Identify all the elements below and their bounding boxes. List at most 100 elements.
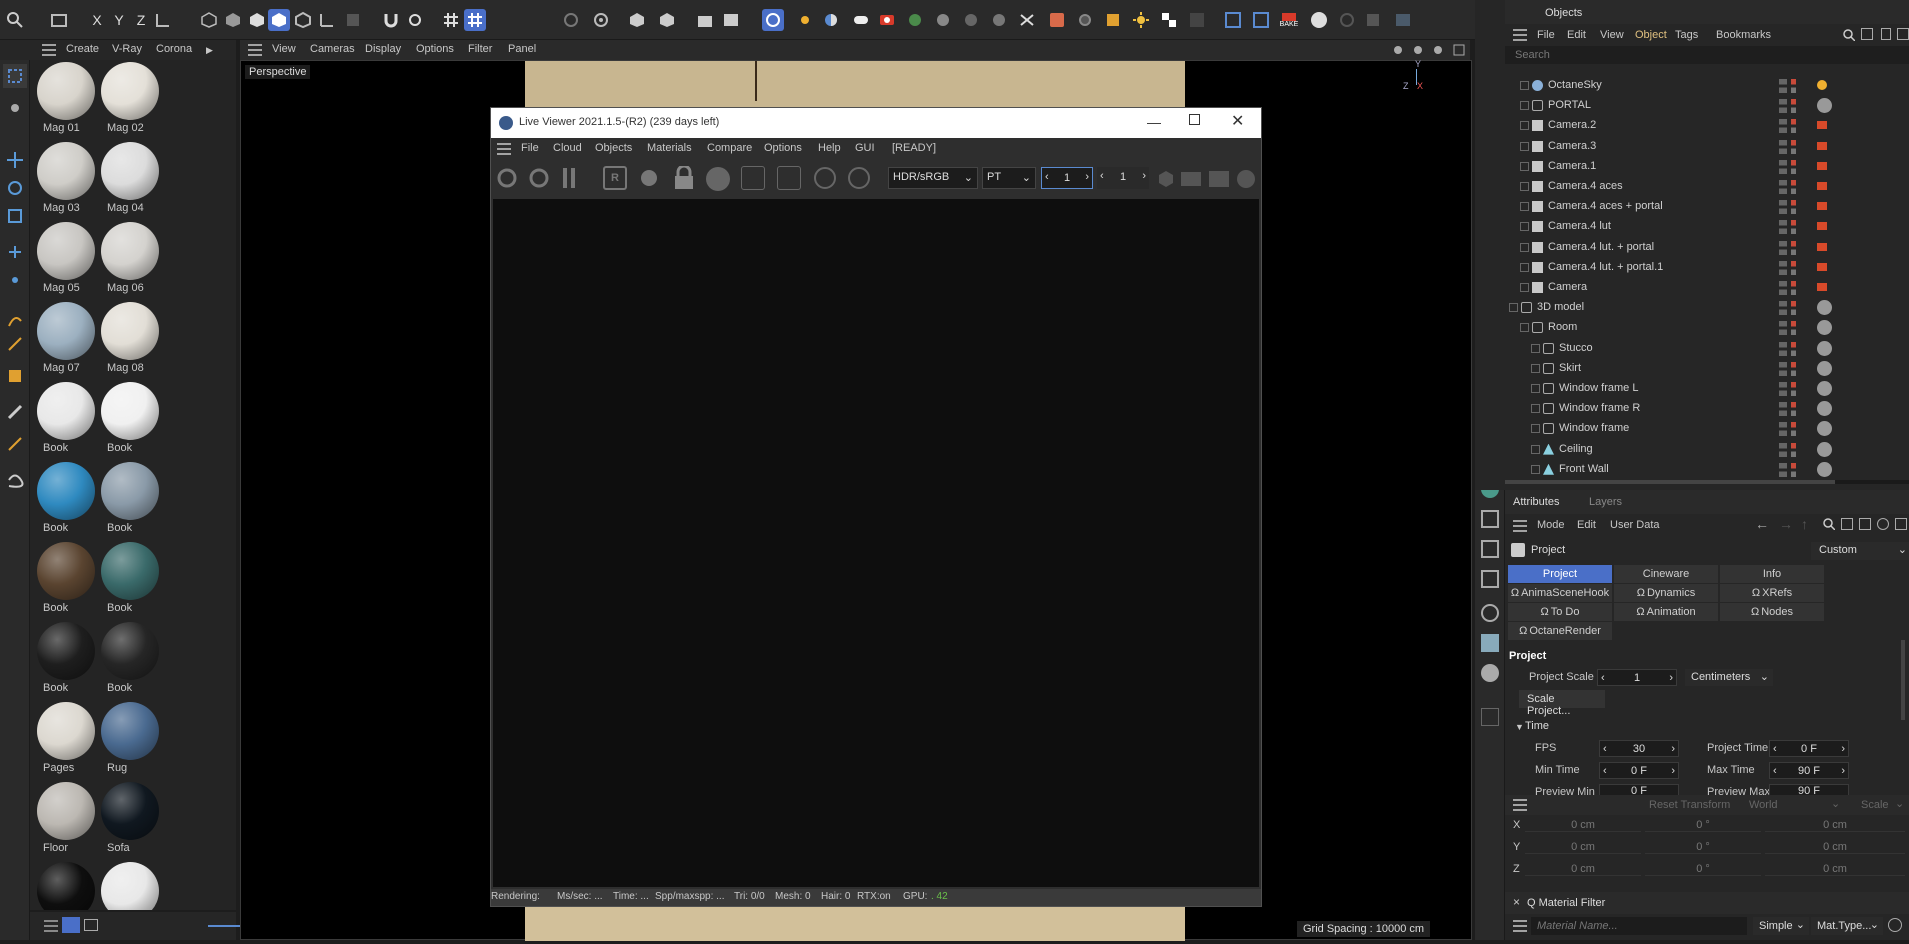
subtab-todo[interactable]: Ω To Do bbox=[1508, 603, 1612, 621]
object-row[interactable]: Window frame L bbox=[1507, 379, 1909, 399]
rotate-icon[interactable] bbox=[3, 176, 27, 200]
material-swatch[interactable]: Book bbox=[98, 540, 162, 620]
contrast-icon[interactable] bbox=[820, 9, 842, 31]
viewport-nav-icons[interactable] bbox=[1392, 44, 1468, 56]
primitive-icon[interactable] bbox=[3, 364, 27, 388]
film-strip-icon[interactable] bbox=[1181, 172, 1201, 186]
objects-menu-object[interactable]: Object bbox=[1635, 29, 1667, 41]
render-dots-icon[interactable] bbox=[1791, 462, 1796, 477]
viewport-hamburger-icon[interactable] bbox=[248, 44, 262, 56]
menu-corona[interactable]: Corona bbox=[156, 43, 192, 55]
visibility-dots-icon[interactable] bbox=[1779, 119, 1787, 134]
search-icon[interactable] bbox=[4, 9, 26, 31]
live-viewer-canvas[interactable] bbox=[493, 199, 1259, 887]
material-tag-icon[interactable] bbox=[1817, 360, 1832, 376]
octane-camera-tag-icon[interactable] bbox=[1817, 121, 1827, 130]
subtab-animascenehook[interactable]: Ω AnimaSceneHook bbox=[1508, 584, 1612, 602]
pause-render-icon[interactable] bbox=[561, 167, 577, 189]
clear-filter-icon[interactable] bbox=[1888, 918, 1902, 932]
menu-view[interactable]: View bbox=[272, 43, 296, 55]
menu-filter[interactable]: Filter bbox=[468, 43, 492, 55]
objects-hamburger-icon[interactable] bbox=[1513, 29, 1527, 41]
knife-icon[interactable] bbox=[3, 432, 27, 456]
filter-panel-icon[interactable] bbox=[1897, 28, 1909, 40]
object-row[interactable]: Camera.4 aces + portal bbox=[1507, 197, 1909, 217]
visibility-dots-icon[interactable] bbox=[1779, 240, 1787, 255]
material-swatch[interactable]: Book bbox=[98, 620, 162, 700]
material-tag-icon[interactable] bbox=[1817, 98, 1832, 114]
scene-icon[interactable] bbox=[1481, 570, 1499, 588]
sphere-preview-icon[interactable] bbox=[932, 9, 954, 31]
project-time-field[interactable]: ‹ 0 F › bbox=[1769, 740, 1849, 757]
tab-layers[interactable]: Layers bbox=[1589, 496, 1622, 508]
object-row[interactable]: Camera.4 lut bbox=[1507, 217, 1909, 237]
octane-camera-tag-icon[interactable] bbox=[1817, 222, 1827, 231]
layout-icon[interactable] bbox=[1392, 9, 1414, 31]
visibility-dots-icon[interactable] bbox=[1779, 382, 1787, 396]
object-row[interactable]: PORTAL bbox=[1507, 96, 1909, 116]
object-row[interactable]: Room bbox=[1507, 318, 1909, 338]
material-swatch[interactable]: Mag 01 bbox=[34, 60, 98, 140]
expand-toggle-icon[interactable] bbox=[1520, 101, 1529, 111]
light-tool-icon[interactable] bbox=[1481, 664, 1499, 682]
material-swatch[interactable]: Mag 06 bbox=[98, 220, 162, 300]
render-view-icon[interactable] bbox=[656, 9, 678, 31]
material-name-input[interactable]: Material Name... bbox=[1531, 917, 1747, 935]
sphere-icon[interactable] bbox=[246, 9, 268, 31]
rotation-field[interactable]: 0 ° bbox=[1645, 819, 1761, 832]
octane-camera-tag-icon[interactable] bbox=[1817, 202, 1827, 211]
region-render-icon[interactable]: R bbox=[603, 166, 627, 190]
expand-toggle-icon[interactable] bbox=[1520, 242, 1529, 252]
attr-settings-icon[interactable] bbox=[1877, 518, 1889, 530]
edit-render-icon[interactable] bbox=[626, 9, 648, 31]
object-row[interactable]: OctaneSky bbox=[1507, 76, 1909, 96]
visibility-dots-icon[interactable] bbox=[1779, 281, 1787, 295]
smooth-icon[interactable] bbox=[3, 468, 27, 492]
object-row[interactable]: Camera bbox=[1507, 278, 1909, 298]
octane-camera-tag-icon[interactable] bbox=[1817, 283, 1827, 291]
subtab-project[interactable]: Project bbox=[1508, 565, 1612, 583]
octane-camera-tag-icon[interactable] bbox=[1817, 242, 1827, 251]
field-icon[interactable] bbox=[1481, 540, 1499, 558]
objects-search-field[interactable]: Search bbox=[1505, 46, 1909, 64]
focus-picker-icon[interactable] bbox=[813, 166, 837, 190]
object-row[interactable]: Window frame R bbox=[1507, 399, 1909, 419]
render-region-icon[interactable] bbox=[560, 9, 582, 31]
subtab-animation[interactable]: Ω Animation bbox=[1614, 603, 1718, 621]
live-selection-icon[interactable] bbox=[268, 9, 290, 31]
expand-toggle-icon[interactable] bbox=[1531, 343, 1540, 353]
expand-toggle-icon[interactable] bbox=[1531, 384, 1540, 393]
material-swatch[interactable]: Mag 04 bbox=[98, 140, 162, 220]
material-swatch[interactable]: Book bbox=[34, 460, 98, 540]
position-field[interactable]: 0 cm bbox=[1525, 819, 1641, 832]
pause-icon[interactable] bbox=[1336, 9, 1358, 31]
expand-toggle-icon[interactable] bbox=[1531, 424, 1540, 434]
attr-menu-mode[interactable]: Mode bbox=[1537, 519, 1565, 531]
expand-toggle-icon[interactable] bbox=[1520, 141, 1529, 151]
visibility-dots-icon[interactable] bbox=[1779, 442, 1787, 457]
expand-toggle-icon[interactable] bbox=[1509, 303, 1518, 313]
undo-icon[interactable] bbox=[48, 9, 70, 31]
hexagon-icon[interactable] bbox=[1157, 170, 1175, 188]
restart-icon[interactable] bbox=[527, 166, 551, 190]
visibility-dots-icon[interactable] bbox=[1779, 341, 1787, 356]
material-tag-icon[interactable] bbox=[1817, 461, 1832, 477]
menu-options[interactable]: Options bbox=[416, 43, 454, 55]
close-icon[interactable]: ✕ bbox=[1231, 111, 1244, 131]
back-arrow-icon[interactable]: ← bbox=[1755, 516, 1769, 532]
visibility-dots-icon[interactable] bbox=[1779, 301, 1787, 316]
settings-gear-icon[interactable] bbox=[637, 166, 661, 190]
objects-menu-file[interactable]: File bbox=[1537, 29, 1555, 41]
material-tag-icon[interactable] bbox=[1817, 320, 1832, 336]
render-dots-icon[interactable] bbox=[1791, 442, 1796, 457]
attr-hamburger-icon[interactable] bbox=[1513, 520, 1527, 532]
visibility-dots-icon[interactable] bbox=[1779, 402, 1787, 417]
subtab-cineware[interactable]: Cineware bbox=[1614, 565, 1718, 583]
blend-icon[interactable] bbox=[960, 9, 982, 31]
objects-menu-bookmarks[interactable]: Bookmarks bbox=[1716, 29, 1771, 41]
render-settings-icon[interactable] bbox=[590, 9, 612, 31]
scale-project-button[interactable]: Scale Project... bbox=[1519, 690, 1605, 717]
coordinate-system-icon[interactable] bbox=[152, 9, 174, 31]
edit-tool-icon[interactable] bbox=[1481, 708, 1499, 726]
checker-icon[interactable] bbox=[1158, 9, 1180, 31]
